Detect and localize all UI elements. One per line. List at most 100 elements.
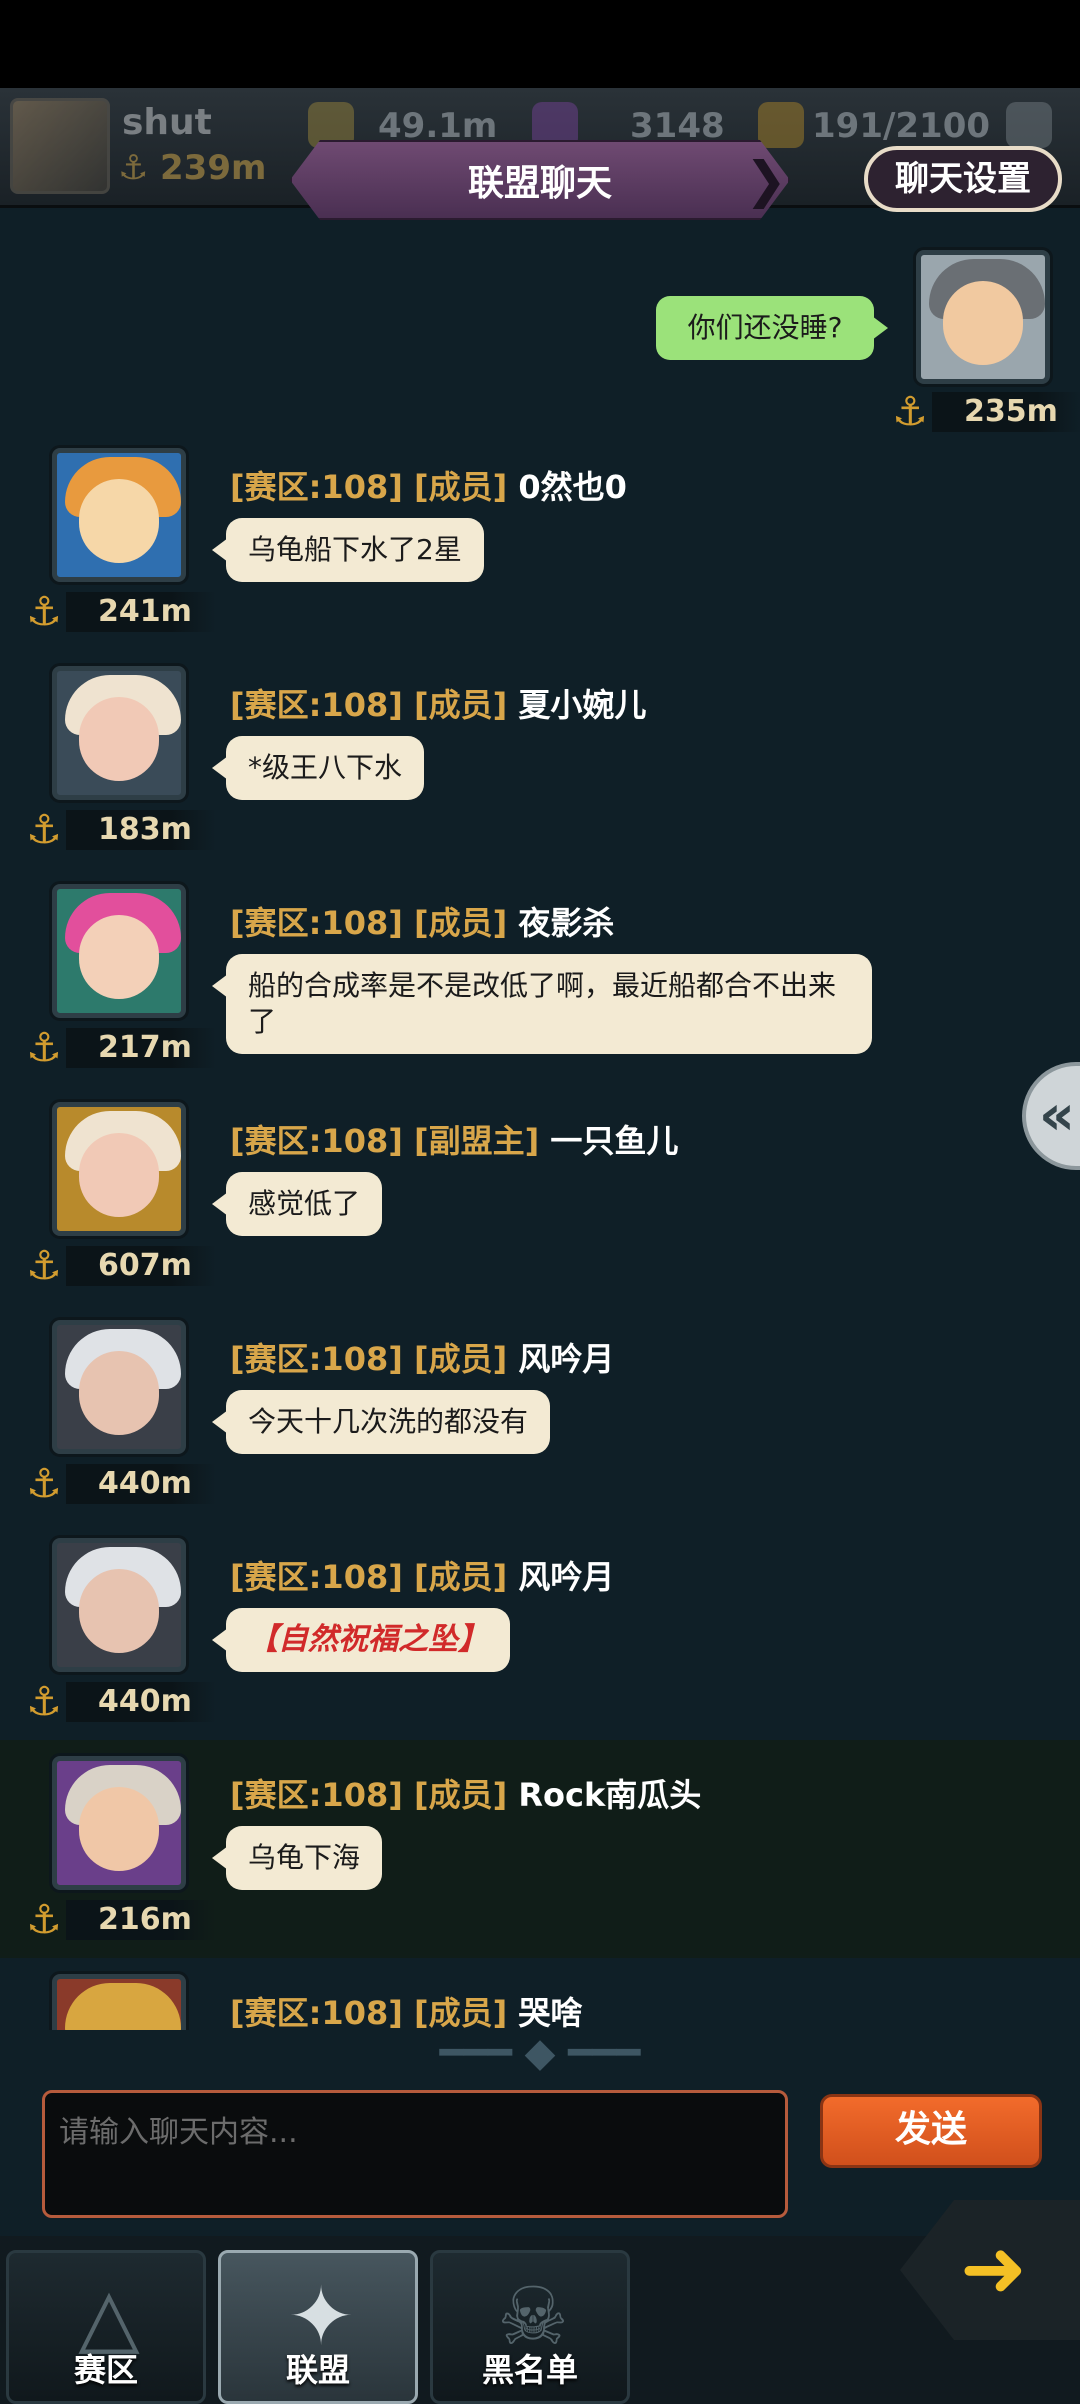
my-message: 你们还没睡? ⚓ 235m xyxy=(0,250,1080,434)
avatar[interactable] xyxy=(52,1102,186,1236)
status-bar xyxy=(0,0,1080,88)
tab-zone[interactable]: △ 赛区 xyxy=(6,2250,206,2404)
tab-blacklist-label: 黑名单 xyxy=(481,2351,578,2389)
avatar[interactable] xyxy=(52,666,186,800)
message-bubble[interactable]: 乌龟下海 xyxy=(211,1826,383,1890)
member-power: 440m xyxy=(66,1464,216,1504)
divider-ornament-icon: ━━━ ◆ ━━━ xyxy=(439,2030,641,2076)
avatar[interactable] xyxy=(52,884,186,1018)
message-bubble[interactable]: 船的合成率是不是改低了啊，最近船都合不出来了 xyxy=(212,954,872,1054)
member-name[interactable]: 风吟月 xyxy=(518,1558,614,1596)
role-tag: [成员] xyxy=(414,1994,508,2030)
item-link-bubble[interactable]: 【自然祝福之坠】 xyxy=(212,1608,510,1672)
my-message-bubble[interactable]: 你们还没睡? xyxy=(656,296,888,360)
member-tags: [赛区:108] [成员] 0然也0 xyxy=(230,462,627,508)
message-bubble[interactable]: 今天十几次洗的都没有 xyxy=(211,1390,551,1454)
zone-tag: [赛区:108] xyxy=(230,1340,403,1378)
my-power-row: ⚓ 235m xyxy=(892,390,1080,434)
avatar[interactable] xyxy=(52,1974,186,2030)
power-row: ⚓ 217m xyxy=(26,1026,216,1070)
member-name[interactable]: 0然也0 xyxy=(518,468,627,506)
list-item: [赛区:108] [成员] 哭啥 xyxy=(0,1958,1080,2030)
anchor-icon: ⚓ xyxy=(892,389,928,435)
anchor-icon: ⚓ xyxy=(26,807,62,853)
anchor-icon: ⚓ xyxy=(26,1025,62,1071)
zone-tag: [赛区:108] xyxy=(230,1776,403,1814)
role-tag: [成员] xyxy=(414,468,508,506)
message-bubble[interactable]: *级王八下水 xyxy=(211,736,425,800)
mail-icon[interactable] xyxy=(1006,102,1052,148)
member-tags: [赛区:108] [成员] 风吟月 xyxy=(230,1552,614,1598)
zone-tag: [赛区:108] xyxy=(230,686,403,724)
player-power: 239m xyxy=(160,148,267,188)
avatar[interactable] xyxy=(52,1756,186,1890)
avatar-face xyxy=(79,1787,159,1871)
zone-tag: [赛区:108] xyxy=(230,1558,403,1596)
anchor-icon: ⚓ xyxy=(26,1461,62,1507)
player-avatar[interactable] xyxy=(10,98,110,194)
tab-blacklist[interactable]: ☠ 黑名单 xyxy=(430,2250,630,2404)
member-power: 241m xyxy=(66,592,216,632)
member-power: 440m xyxy=(66,1682,216,1722)
arrow-right-icon: ➜ xyxy=(960,2222,1028,2315)
member-power: 216m xyxy=(66,1900,216,1940)
member-tags: [赛区:108] [成员] 夜影杀 xyxy=(230,898,614,944)
banner-right-ornament-icon: ❯ xyxy=(745,151,787,209)
power-row: ⚓ 607m xyxy=(26,1244,216,1288)
role-tag: [成员] xyxy=(414,1340,508,1378)
zone-tag: [赛区:108] xyxy=(230,904,403,942)
power-row: ⚓ 440m xyxy=(26,1462,216,1506)
chat-title: 联盟聊天 xyxy=(290,140,790,220)
role-tag: [副盟主] xyxy=(414,1122,540,1160)
anchor-icon: ⚓ xyxy=(26,1897,62,1943)
member-name[interactable]: Rock南瓜头 xyxy=(518,1776,701,1814)
tab-alliance[interactable]: ✦ 联盟 xyxy=(218,2250,418,2404)
member-name[interactable]: 夏小婉儿 xyxy=(518,686,646,724)
member-tags: [赛区:108] [成员] 哭啥 xyxy=(230,1988,582,2030)
avatar[interactable] xyxy=(52,1320,186,1454)
list-item: ⚓ 607m [赛区:108] [副盟主] 一只鱼儿 感觉低了 xyxy=(0,1086,1080,1304)
chat-settings-button[interactable]: 聊天设置 xyxy=(864,146,1062,212)
power-row: ⚓ 183m xyxy=(26,808,216,852)
energy-amount: 191/2100 xyxy=(812,106,991,146)
member-power: 183m xyxy=(66,810,216,850)
message-bubble[interactable]: 乌龟船下水了2星 xyxy=(212,518,484,582)
avatar[interactable] xyxy=(52,1538,186,1672)
member-tags: [赛区:108] [成员] Rock南瓜头 xyxy=(230,1770,701,1816)
message-bubble[interactable]: 感觉低了 xyxy=(211,1172,383,1236)
chat-message-list[interactable]: 你们还没睡? ⚓ 235m ⚓ 241m [赛区:108] [成员] 0然也0 … xyxy=(0,210,1080,2030)
power-row: ⚓ 216m xyxy=(26,1898,216,1942)
member-name[interactable]: 风吟月 xyxy=(518,1340,614,1378)
member-tags: [赛区:108] [副盟主] 一只鱼儿 xyxy=(230,1116,678,1162)
list-item: ⚓ 440m [赛区:108] [成员] 风吟月 今天十几次洗的都没有 xyxy=(0,1304,1080,1522)
member-name[interactable]: 哭啥 xyxy=(518,1994,582,2030)
member-name[interactable]: 夜影杀 xyxy=(518,904,614,942)
member-name[interactable]: 一只鱼儿 xyxy=(550,1122,678,1160)
my-avatar[interactable] xyxy=(916,250,1050,384)
avatar-face xyxy=(79,697,159,781)
list-item: ⚓ 241m [赛区:108] [成员] 0然也0 乌龟船下水了2星 xyxy=(0,432,1080,650)
anchor-icon: ⚓ xyxy=(26,589,62,635)
energy-icon xyxy=(758,102,804,148)
member-tags: [赛区:108] [成员] 风吟月 xyxy=(230,1334,614,1380)
avatar[interactable] xyxy=(52,448,186,582)
chat-input[interactable]: 请输入聊天内容... xyxy=(42,2090,788,2218)
zone-tag: [赛区:108] xyxy=(230,1122,403,1160)
anchor-icon: ⚓ xyxy=(26,1243,62,1289)
send-button[interactable]: 发送 xyxy=(820,2094,1042,2168)
avatar-face xyxy=(79,915,159,999)
role-tag: [成员] xyxy=(414,686,508,724)
my-power: 235m xyxy=(932,392,1080,432)
member-tags: [赛区:108] [成员] 夏小婉儿 xyxy=(230,680,646,726)
zone-tag: [赛区:108] xyxy=(230,1994,403,2030)
zone-tag: [赛区:108] xyxy=(230,468,403,506)
tab-alliance-label: 联盟 xyxy=(285,2351,350,2389)
member-power: 607m xyxy=(66,1246,216,1286)
role-tag: [成员] xyxy=(414,1776,508,1814)
avatar-face xyxy=(79,1133,159,1217)
role-tag: [成员] xyxy=(414,904,508,942)
anchor-icon: ⚓ xyxy=(26,1679,62,1725)
avatar-face xyxy=(943,281,1023,365)
list-item: ⚓ 216m [赛区:108] [成员] Rock南瓜头 乌龟下海 xyxy=(0,1740,1080,1958)
avatar-hair xyxy=(65,1983,181,2030)
